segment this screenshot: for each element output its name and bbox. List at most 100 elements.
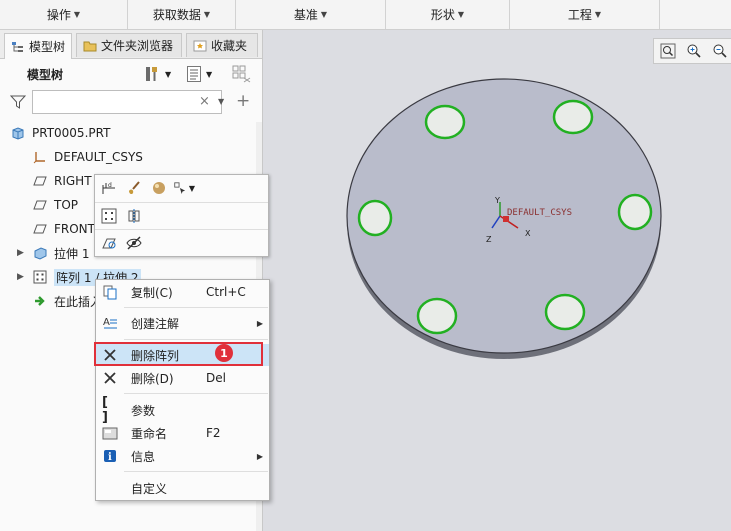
parameters-icon: [ ] [102, 395, 108, 425]
menu-separator [124, 471, 268, 472]
menu-item-rename[interactable]: 重命名 F2 [96, 422, 269, 444]
menu-item-label: 创建注解 [131, 316, 180, 331]
dimension-button[interactable]: d [98, 177, 120, 199]
menu-separator [124, 307, 268, 308]
hide-eye-icon [126, 236, 142, 250]
model-view [346, 78, 662, 359]
menu-item-label: 重命名 [131, 426, 168, 441]
ribbon-tab-label: 获取数据 [152, 8, 201, 22]
axis-label-y: Y [495, 196, 500, 205]
pattern-icon [33, 270, 47, 284]
chevron-down-icon: ▼ [206, 69, 213, 79]
menu-item-shortcut: Del [206, 371, 226, 385]
ribbon-tab-shapes[interactable]: 形状 ▼ [386, 0, 510, 29]
step-badge: 1 [215, 344, 233, 362]
expand-arrow-icon[interactable]: ▶ [17, 272, 24, 282]
submenu-arrow-icon: ▶ [256, 451, 263, 461]
tree-node-label: PRT0005.PRT [32, 126, 111, 140]
ribbon-tab-label: 操作 [46, 8, 71, 22]
highlight-box [94, 342, 263, 366]
filter-settings-button[interactable] [232, 64, 252, 84]
menu-item-label: 自定义 [131, 481, 168, 496]
sketch-view-button[interactable] [98, 232, 120, 254]
csys-icon [33, 152, 45, 164]
mini-toolbar: d ▼ [94, 174, 269, 257]
menu-item-parameters[interactable]: [ ] 参数 [96, 395, 269, 425]
paint-brush-icon [129, 181, 140, 195]
render-button[interactable] [148, 177, 170, 199]
settings-dropdown[interactable]: ▼ [143, 64, 171, 84]
favorites-icon [193, 40, 207, 51]
ribbon-bar: 操作 ▼ 获取数据 ▼ 基准 ▼ 形状 ▼ 工程 ▼ [0, 0, 731, 30]
menu-item-customize[interactable]: 自定义 [96, 477, 269, 499]
datum-plane-icon [33, 176, 47, 186]
menu-item-label: 复制(C) [131, 285, 173, 300]
select-icon [174, 182, 186, 195]
ribbon-tab-get-data[interactable]: 获取数据 ▼ [128, 0, 236, 29]
pattern-edit-button[interactable] [98, 205, 120, 227]
menu-separator [124, 339, 268, 340]
tree-node-right[interactable]: RIGHT [33, 171, 92, 191]
clear-icon[interactable]: × [199, 94, 210, 109]
menu-item-label: 信息 [131, 449, 156, 464]
filter-settings-icon [232, 65, 251, 83]
tree-node-extrude1[interactable]: 拉伸 1 [33, 243, 89, 263]
mirror-button[interactable] [123, 205, 145, 227]
show-dropdown[interactable]: ▼ [186, 64, 212, 84]
tools-icon [146, 67, 157, 81]
menu-item-create-annotation[interactable]: A 创建注解 ▶ [96, 312, 269, 334]
graphics-window[interactable]: DEFAULT_CSYS Y Z X [263, 30, 731, 531]
svg-text:i: i [108, 452, 112, 463]
tree-node-label: FRONT [54, 222, 95, 236]
tab-label: 文件夹浏览器 [101, 39, 174, 53]
search-row: × ▼ + [10, 88, 260, 116]
ribbon-tab-datum[interactable]: 基准 ▼ [236, 0, 386, 29]
rename-icon [102, 425, 118, 441]
list-icon [187, 66, 201, 82]
tree-node-part[interactable]: PRT0005.PRT [11, 123, 110, 143]
chevron-down-icon: ▼ [594, 10, 602, 19]
chevron-down-icon: ▼ [320, 10, 328, 19]
navigator-tabs: 模型树 文件夹浏览器 收藏夹 [0, 30, 262, 59]
add-icon[interactable]: + [236, 91, 250, 111]
copy-icon [102, 284, 118, 300]
tree-node-front[interactable]: FRONT [33, 219, 95, 239]
insert-here-icon [35, 296, 45, 306]
tab-favorites[interactable]: 收藏夹 [186, 33, 258, 57]
tree-node-label: TOP [54, 198, 79, 212]
chevron-down-icon: ▼ [203, 10, 211, 19]
expand-arrow-icon[interactable]: ▶ [17, 248, 24, 258]
mini-toolbar-row [95, 230, 268, 256]
appearance-button[interactable] [123, 177, 145, 199]
tree-node-insert-here[interactable]: 在此插入 [33, 291, 102, 311]
select-button[interactable]: ▼ [173, 177, 195, 199]
pattern-icon [101, 208, 117, 224]
search-input[interactable] [32, 90, 222, 114]
ribbon-tab-operations[interactable]: 操作 ▼ [0, 0, 128, 29]
hide-button[interactable] [123, 232, 145, 254]
chevron-down-icon: ▼ [457, 10, 465, 19]
chevron-down-icon[interactable]: ▼ [218, 97, 224, 106]
mirror-icon [128, 209, 140, 223]
menu-item-label: 删除(D) [131, 371, 174, 386]
menu-item-info[interactable]: i 信息 ▶ [96, 445, 269, 467]
menu-item-label: 参数 [131, 403, 156, 418]
menu-item-shortcut: F2 [206, 426, 221, 440]
axis-label-z: Z [486, 235, 492, 244]
ribbon-tab-label: 工程 [567, 8, 592, 22]
tree-node-label: RIGHT [54, 174, 92, 188]
filter-icon[interactable] [10, 94, 26, 110]
tree-node-top[interactable]: TOP [33, 195, 78, 215]
mini-toolbar-row [95, 203, 268, 229]
tab-folder-browser[interactable]: 文件夹浏览器 [76, 33, 182, 57]
menu-item-copy[interactable]: 复制(C) Ctrl+C [96, 281, 269, 303]
datum-plane-icon [33, 200, 47, 210]
menu-item-shortcut: Ctrl+C [206, 285, 246, 299]
svg-text:A: A [103, 317, 110, 328]
ribbon-tab-label: 基准 [293, 8, 318, 22]
ribbon-tab-engineering[interactable]: 工程 ▼ [510, 0, 660, 29]
menu-item-delete[interactable]: 删除(D) Del [96, 367, 269, 389]
info-icon: i [102, 448, 118, 464]
tab-model-tree[interactable]: 模型树 [4, 33, 72, 59]
tree-node-csys[interactable]: DEFAULT_CSYS [33, 147, 143, 167]
